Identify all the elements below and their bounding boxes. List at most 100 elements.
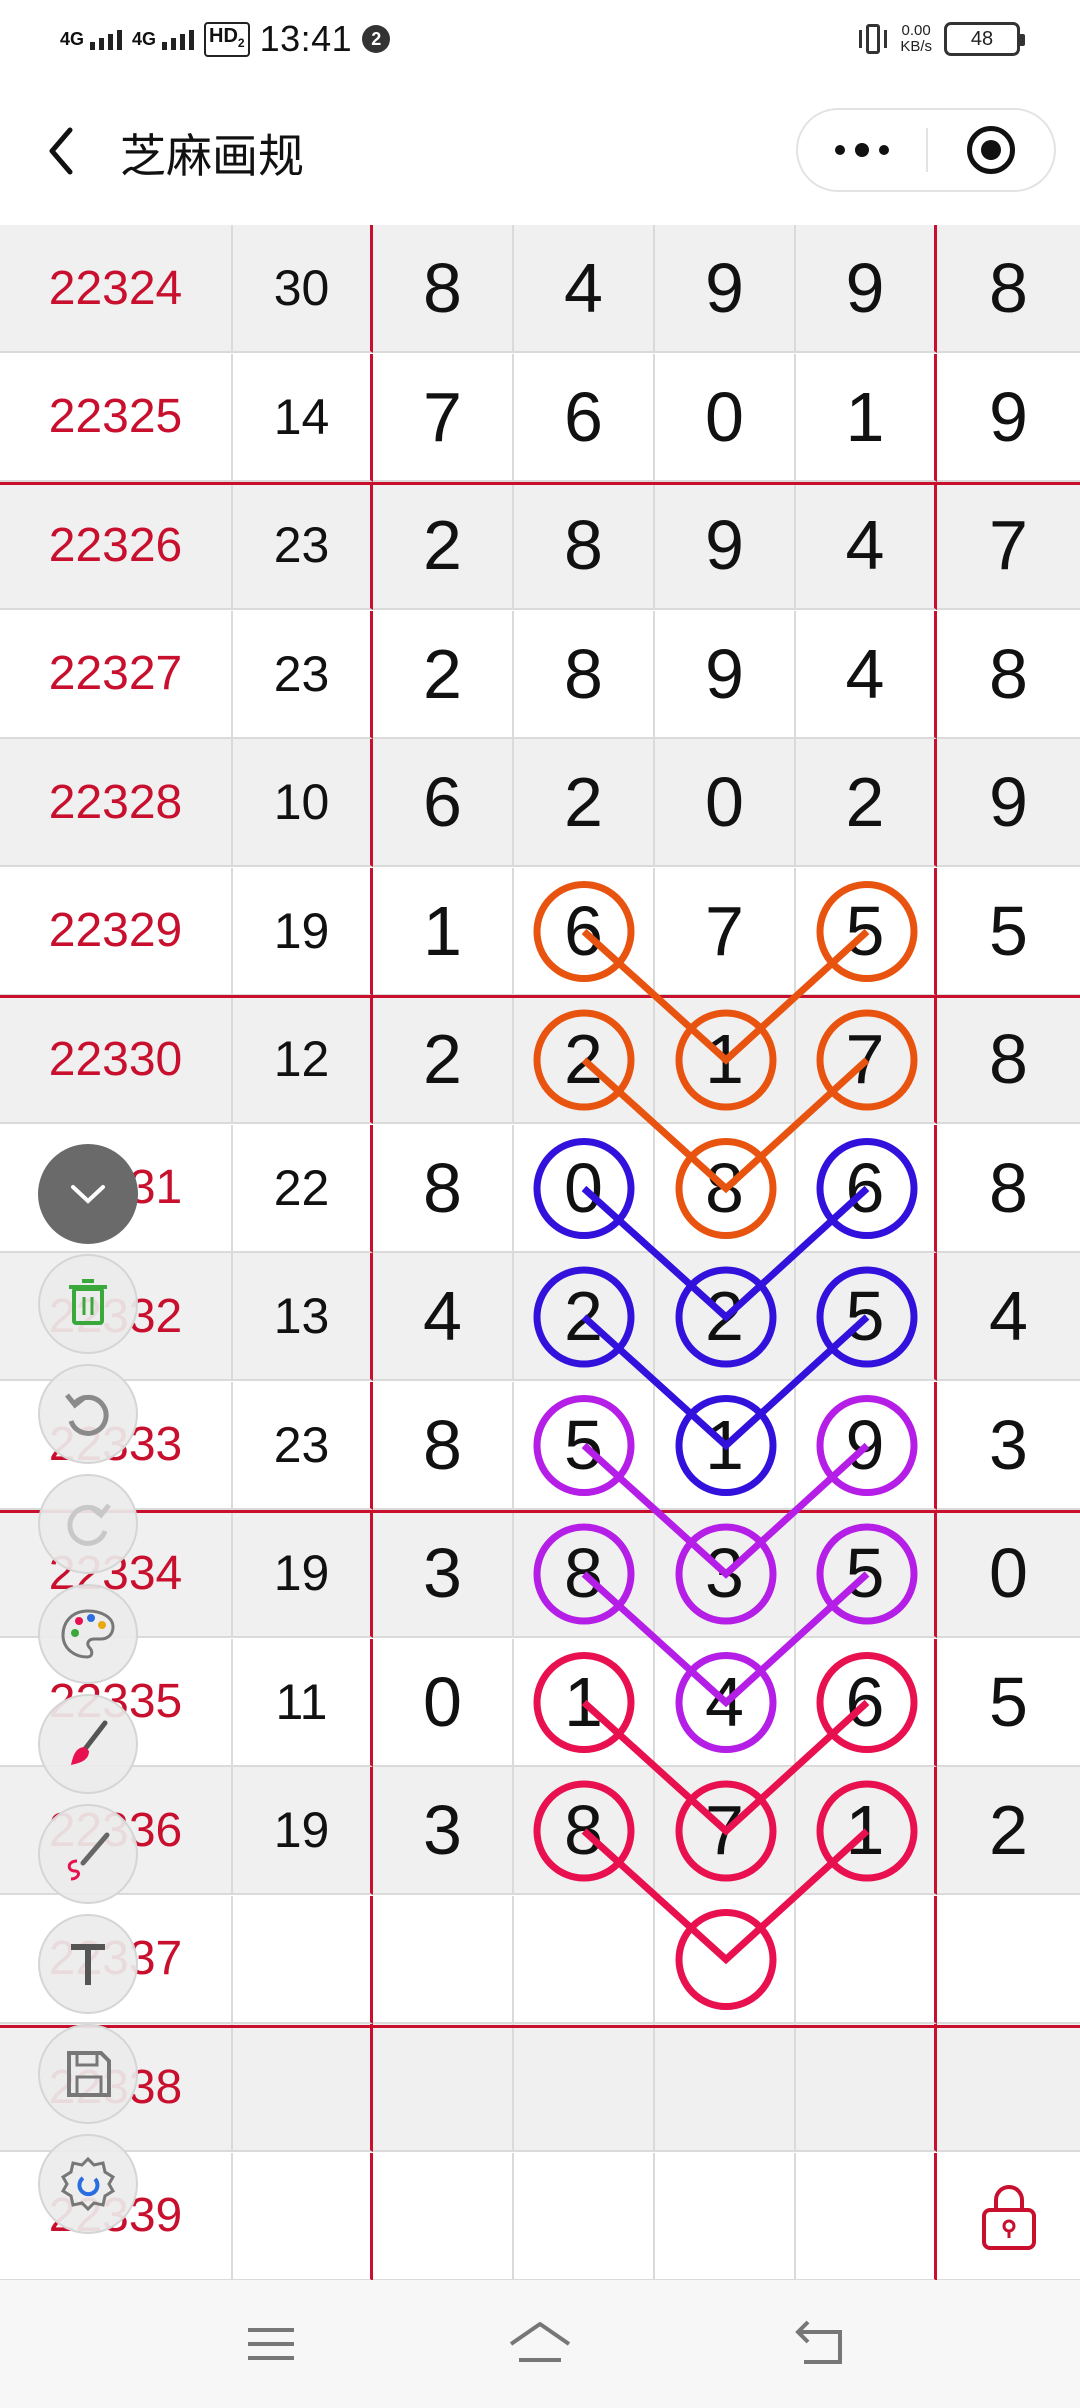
digit-cell[interactable]: 8 <box>373 1381 514 1510</box>
digit-cell[interactable]: 3 <box>373 1510 514 1638</box>
back-arrow-icon[interactable] <box>44 126 84 176</box>
last-digit-cell[interactable]: 9 <box>937 354 1080 482</box>
sum-cell[interactable] <box>233 2152 373 2280</box>
issue-number-cell[interactable]: 22329 <box>0 867 233 996</box>
digit-cell[interactable]: 2 <box>796 739 937 867</box>
table-row[interactable]: 22330 12 2 2 1 7 8 <box>0 996 1080 1124</box>
sum-cell[interactable]: 30 <box>233 225 373 353</box>
issue-number-cell[interactable]: 22327 <box>0 610 233 739</box>
last-digit-cell[interactable]: 3 <box>937 1382 1080 1510</box>
digit-cell[interactable]: 2 <box>373 482 514 610</box>
digit-cell[interactable] <box>655 2024 796 2152</box>
digit-cell[interactable]: 0 <box>373 1638 514 1767</box>
digit-cell[interactable]: 3 <box>373 1767 514 1895</box>
digit-cell[interactable]: 4 <box>514 225 655 353</box>
sum-cell[interactable]: 22 <box>233 1124 373 1253</box>
table-row[interactable]: 22337 <box>0 1895 1080 2024</box>
digit-cell[interactable]: 8 <box>514 1767 655 1895</box>
menu-icon[interactable] <box>236 2314 306 2374</box>
digit-cell[interactable] <box>514 2024 655 2152</box>
digit-cell[interactable] <box>514 1895 655 2024</box>
issue-number-cell[interactable]: 22325 <box>0 353 233 482</box>
digit-cell[interactable]: 0 <box>655 353 796 482</box>
digit-cell[interactable]: 2 <box>514 739 655 867</box>
table-row[interactable]: 22329 19 1 6 7 5 5 <box>0 867 1080 996</box>
digit-cell[interactable]: 0 <box>655 739 796 867</box>
redo-button[interactable] <box>38 1474 138 1574</box>
lock-icon[interactable] <box>978 2180 1040 2252</box>
digit-cell[interactable]: 2 <box>655 1253 796 1381</box>
digit-cell[interactable]: 2 <box>514 996 655 1124</box>
digit-cell[interactable] <box>796 2152 937 2280</box>
digit-cell[interactable]: 8 <box>373 1124 514 1253</box>
digit-cell[interactable]: 8 <box>514 610 655 739</box>
last-digit-cell[interactable]: 8 <box>937 225 1080 353</box>
digit-cell[interactable]: 6 <box>514 867 655 996</box>
digit-cell[interactable] <box>373 2024 514 2152</box>
digit-cell[interactable]: 4 <box>796 482 937 610</box>
table-row[interactable]: 223351101465 <box>0 1638 1080 1767</box>
last-digit-cell[interactable]: 0 <box>937 1510 1080 1638</box>
digit-cell[interactable]: 5 <box>796 867 937 996</box>
digit-cell[interactable]: 6 <box>514 353 655 482</box>
digit-cell[interactable]: 2 <box>373 610 514 739</box>
pen-tool-button[interactable] <box>38 1804 138 1904</box>
digit-cell[interactable]: 3 <box>655 1510 796 1638</box>
digit-cell[interactable]: 9 <box>796 1381 937 1510</box>
sum-cell[interactable]: 14 <box>233 353 373 482</box>
table-row[interactable]: 223321342254 <box>0 1253 1080 1381</box>
lottery-grid[interactable]: 22324 30 8 4 9 9 8 22325 14 7 6 0 1 9 22326 23 2 8 9 4 7 2232… <box>0 214 1080 2280</box>
close-miniprogram-button[interactable] <box>928 110 1054 190</box>
issue-number-cell[interactable]: 22330 <box>0 996 233 1124</box>
last-digit-cell[interactable]: 4 <box>937 1253 1080 1381</box>
digit-cell[interactable] <box>796 2024 937 2152</box>
digit-cell[interactable]: 5 <box>514 1381 655 1510</box>
issue-number-cell[interactable]: 22328 <box>0 739 233 867</box>
sum-cell[interactable]: 23 <box>233 610 373 739</box>
digit-cell[interactable]: 1 <box>796 1767 937 1895</box>
digit-cell[interactable]: 1 <box>373 867 514 996</box>
sum-cell[interactable]: 19 <box>233 867 373 996</box>
digit-cell[interactable]: 1 <box>796 353 937 482</box>
sum-cell[interactable] <box>233 1895 373 2024</box>
digit-cell[interactable]: 1 <box>655 996 796 1124</box>
last-digit-cell[interactable]: 9 <box>937 739 1080 867</box>
brush-tool-button[interactable] <box>38 1694 138 1794</box>
digit-cell[interactable]: 9 <box>655 225 796 353</box>
digit-cell[interactable]: 9 <box>655 482 796 610</box>
last-digit-cell[interactable]: 8 <box>937 1125 1080 1253</box>
digit-cell[interactable]: 2 <box>373 996 514 1124</box>
table-row[interactable]: 22325 14 7 6 0 1 9 <box>0 353 1080 482</box>
digit-cell[interactable]: 9 <box>796 225 937 353</box>
digit-cell[interactable]: 4 <box>373 1253 514 1381</box>
digit-cell[interactable]: 7 <box>655 1767 796 1895</box>
sum-cell[interactable]: 19 <box>233 1510 373 1638</box>
text-tool-button[interactable] <box>38 1914 138 2014</box>
table-row[interactable]: 22328 10 6 2 0 2 9 <box>0 739 1080 867</box>
table-row[interactable]: 22324 30 8 4 9 9 8 <box>0 225 1080 353</box>
digit-cell[interactable]: 6 <box>796 1638 937 1767</box>
digit-cell[interactable] <box>373 2152 514 2280</box>
issue-number-cell[interactable]: 22324 <box>0 225 233 353</box>
collapse-toolbar-button[interactable] <box>38 1144 138 1244</box>
digit-cell[interactable]: 8 <box>655 1124 796 1253</box>
sum-cell[interactable] <box>233 2024 373 2152</box>
table-row[interactable]: 22327 23 2 8 9 4 8 <box>0 610 1080 739</box>
color-palette-button[interactable] <box>38 1584 138 1684</box>
table-row[interactable]: 223312280868 <box>0 1124 1080 1253</box>
issue-number-cell[interactable]: 22326 <box>0 482 233 610</box>
undo-button[interactable] <box>38 1364 138 1464</box>
table-row[interactable]: 22339 <box>0 2152 1080 2280</box>
last-digit-cell[interactable]: 8 <box>937 996 1080 1124</box>
digit-cell[interactable]: 5 <box>796 1510 937 1638</box>
settings-button[interactable] <box>38 2134 138 2234</box>
last-digit-cell[interactable]: 5 <box>937 1639 1080 1767</box>
digit-cell[interactable]: 8 <box>514 1510 655 1638</box>
digit-cell[interactable] <box>514 2152 655 2280</box>
digit-cell[interactable]: 1 <box>655 1381 796 1510</box>
last-digit-cell[interactable] <box>937 2024 1080 2152</box>
home-icon[interactable] <box>505 2314 575 2374</box>
digit-cell[interactable] <box>796 1895 937 2024</box>
digit-cell[interactable] <box>655 2152 796 2280</box>
digit-cell[interactable] <box>655 1895 796 2024</box>
